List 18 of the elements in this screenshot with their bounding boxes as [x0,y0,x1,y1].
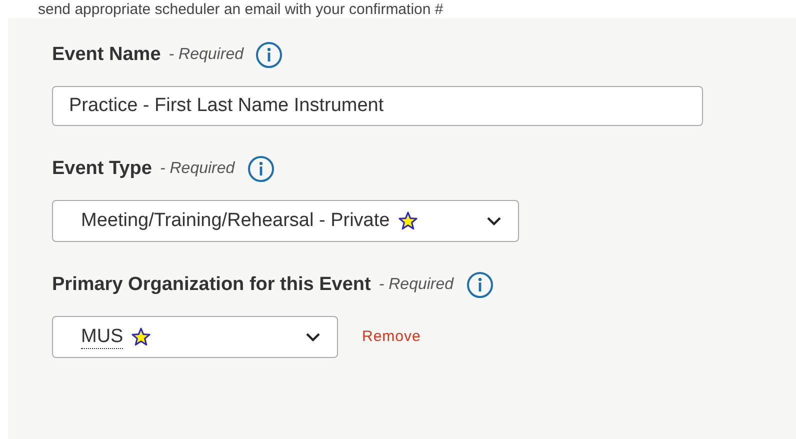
selected-value: Meeting/Training/Rehearsal - Private [81,208,390,233]
dropdown-select[interactable]: Meeting/Training/Rehearsal - Private [52,200,519,242]
required-note: - Required [168,45,244,65]
info-icon[interactable] [255,41,284,69]
selected-value: MUS [81,326,124,348]
info-icon[interactable] [466,271,494,299]
info-icon[interactable] [246,155,275,183]
field-label: Event Type [52,156,152,181]
chevron-down-icon [486,216,502,226]
field-label: Event Name [52,42,161,67]
field-label: Primary Organization for this Event [52,272,371,297]
required-note: - Required [378,275,454,295]
chevron-down-icon [305,332,321,342]
remove-link[interactable]: Remove [362,326,421,348]
instruction-text: send appropriate scheduler an email with your confirmation # [38,2,444,18]
event-name-field[interactable]: Practice - First Last Name Instrument [52,86,703,126]
dropdown-select[interactable]: MUS [52,316,338,358]
required-note: - Required [160,159,235,179]
